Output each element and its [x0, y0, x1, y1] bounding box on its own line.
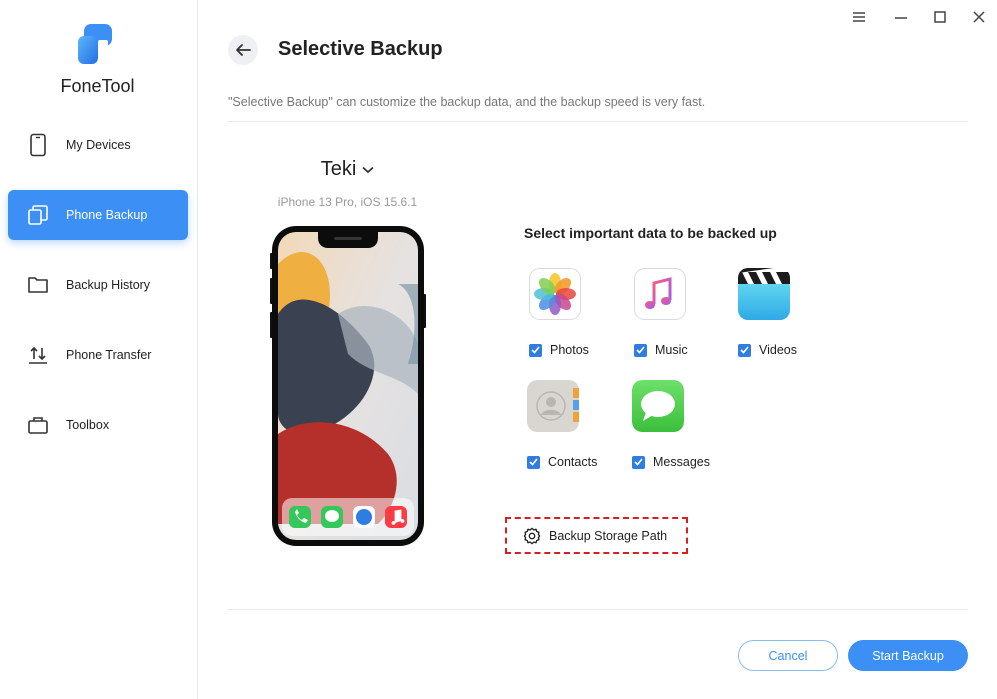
messages-label: Messages [653, 455, 710, 469]
page-title: Selective Backup [278, 38, 443, 60]
photos-label: Photos [550, 343, 589, 357]
messages-checkbox-row: Messages [632, 455, 742, 469]
fonetool-logo [78, 24, 112, 64]
backup-storage-path-label: Backup Storage Path [549, 528, 668, 543]
contacts-icon [527, 380, 579, 432]
contacts-checkbox[interactable] [527, 455, 540, 469]
divider [228, 609, 968, 610]
phone-icon [26, 133, 50, 157]
device-selector[interactable]: Teki [300, 158, 395, 181]
messages-icon [632, 380, 684, 432]
messages-checkbox[interactable] [632, 455, 645, 469]
brand-name: FoneTool [60, 76, 135, 96]
data-item-videos[interactable]: Videos [737, 260, 848, 357]
backup-storage-path-button[interactable]: Backup Storage Path [505, 517, 688, 554]
page-subtitle: "Selective Backup" can customize the bac… [228, 95, 706, 109]
sidebar-item-phone-transfer[interactable]: Phone Transfer [8, 330, 188, 380]
videos-checkbox[interactable] [738, 343, 751, 357]
back-button[interactable] [228, 35, 258, 65]
data-item-contacts[interactable]: Contacts [527, 380, 637, 469]
gear-icon [523, 527, 541, 544]
start-backup-button[interactable]: Start Backup [848, 640, 968, 671]
data-item-photos[interactable]: Photos [529, 268, 639, 357]
chevron-down-icon [362, 166, 374, 173]
app-window: FoneTool My Devices Phone Backup Backup … [0, 0, 997, 699]
sidebar-item-backup-history[interactable]: Backup History [8, 260, 188, 310]
contacts-checkbox-row: Contacts [527, 455, 637, 469]
phone-illustration [270, 226, 426, 546]
sidebar-item-label: My Devices [66, 138, 131, 152]
videos-checkbox-row: Videos [738, 343, 848, 357]
backup-icon [26, 203, 50, 227]
arrow-left-icon [236, 44, 251, 56]
section-title: Select important data to be backed up [524, 225, 777, 241]
videos-label: Videos [759, 343, 797, 357]
minimize-icon[interactable] [892, 8, 910, 26]
sidebar-item-label: Backup History [66, 278, 151, 292]
sidebar-item-phone-backup[interactable]: Phone Backup [8, 190, 188, 240]
sidebar-item-toolbox[interactable]: Toolbox [8, 400, 188, 450]
sidebar-item-my-devices[interactable]: My Devices [8, 120, 188, 170]
sidebar-item-label: Toolbox [66, 418, 110, 432]
music-icon [634, 268, 686, 320]
sidebar-item-label: Phone Transfer [66, 348, 152, 362]
divider [228, 121, 968, 122]
sidebar: FoneTool My Devices Phone Backup Backup … [0, 0, 198, 699]
music-checkbox[interactable] [634, 343, 647, 357]
data-item-messages[interactable]: Messages [632, 380, 742, 469]
music-checkbox-row: Music [634, 343, 744, 357]
photos-icon [529, 268, 581, 320]
folder-icon [26, 273, 50, 297]
contacts-label: Contacts [548, 455, 598, 469]
data-item-music[interactable]: Music [634, 268, 744, 357]
cancel-button[interactable]: Cancel [738, 640, 838, 671]
music-label: Music [655, 343, 688, 357]
transfer-icon [26, 343, 50, 367]
device-name: Teki [320, 158, 357, 180]
photos-checkbox[interactable] [529, 343, 542, 357]
close-icon[interactable] [970, 8, 988, 26]
toolbox-icon [26, 413, 50, 437]
videos-icon [737, 260, 790, 320]
sidebar-item-label: Phone Backup [66, 208, 148, 222]
maximize-icon[interactable] [931, 8, 949, 26]
menu-icon[interactable] [850, 8, 868, 26]
device-model: iPhone 13 Pro, iOS 15.6.1 [277, 195, 418, 209]
photos-checkbox-row: Photos [529, 343, 639, 357]
